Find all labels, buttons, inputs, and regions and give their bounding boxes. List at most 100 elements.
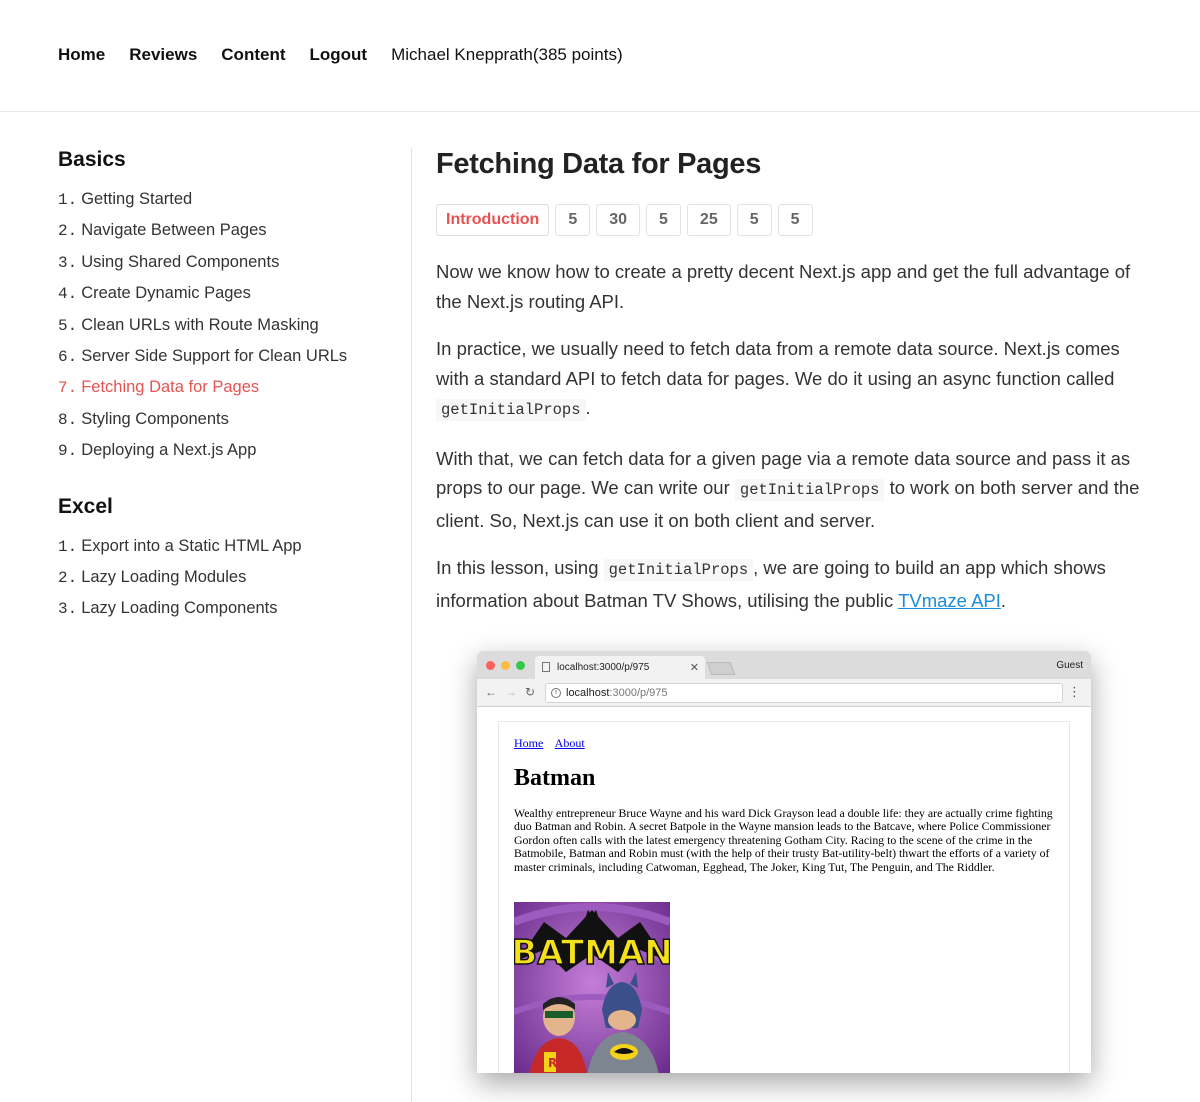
inline-code: getInitialProps [734,479,885,501]
paragraph-lesson: In this lesson, using getInitialProps, w… [436,553,1146,615]
show-home-link: Home [514,736,544,750]
lesson-number: 9. [58,442,78,461]
lesson-number: 3. [58,253,78,272]
lesson-label: Navigate Between Pages [81,221,267,240]
lesson-content: Fetching Data for Pages Introduction 5 3… [436,148,1146,615]
back-arrow-icon: ← [485,685,497,699]
url-host: localhost [566,687,610,699]
nav-content-link[interactable]: Content [221,45,285,65]
lesson-number: 2. [58,568,78,587]
paragraph-intro: Now we know how to create a pretty decen… [436,261,1131,312]
lesson-item[interactable]: 6. Server Side Support for Clean URLs [58,347,398,378]
show-page-nav: Home About [514,736,1054,751]
paragraph-text: . [1000,589,1007,611]
browser-toolbar: ← → ↻ i localhost:3000/p/975 ⋮ [477,679,1091,707]
paragraph-text: . [585,397,591,418]
nav-logout-link[interactable]: Logout [310,45,368,65]
robin-emblem: R [548,1056,557,1070]
user-points-label: Michael Knepprath(385 points) [391,45,623,64]
section-title-basics: Basics [58,148,126,171]
lesson-number: 5. [58,316,78,335]
lesson-number: 7. [58,379,78,398]
lesson-item[interactable]: 1. Export into a Static HTML App [58,537,398,568]
step-tab-introduction[interactable]: Introduction [436,204,550,236]
step-tab[interactable]: 5 [646,204,681,236]
close-window-dot [486,661,495,670]
step-tab[interactable]: 5 [736,204,772,236]
step-tab[interactable]: 30 [596,204,641,236]
url-path: :3000/p/975 [609,687,668,699]
lesson-label: Lazy Loading Components [81,599,278,618]
lesson-label: Clean URLs with Route Masking [81,315,319,334]
close-icon: ✕ [689,662,699,674]
new-tab-icon [706,662,736,675]
tvmaze-api-link[interactable]: TVmaze API [898,590,1001,611]
lesson-item[interactable]: 9. Deploying a Next.js App [58,441,398,472]
forward-arrow-icon: → [505,685,517,699]
poster-illustration: BATMAN R [514,902,670,1073]
lesson-label: Fetching Data for Pages [81,378,260,397]
nav-reviews-link[interactable]: Reviews [129,45,197,65]
step-tabs: Introduction 5 30 5 25 5 5 [436,204,1146,236]
step-tab[interactable]: 5 [555,204,591,236]
show-heading: Batman [514,765,596,791]
lesson-item[interactable]: 2. Navigate Between Pages [58,221,398,252]
lesson-number: 3. [58,600,78,619]
show-summary: Wealthy entrepreneur Bruce Wayne and his… [514,806,1053,874]
nav-home-link[interactable]: Home [58,45,105,65]
tab-title: localhost:3000/p/975 [557,662,650,673]
lesson-label: Create Dynamic Pages [81,284,251,303]
browser-viewport: Home About Batman Wealthy entrepreneur B… [477,707,1091,1073]
browser-tab-strip: localhost:3000/p/975 ✕ Guest [477,651,1091,679]
top-navigation: Home Reviews Content Logout Michael Knep… [0,0,1200,112]
show-page: Home About Batman Wealthy entrepreneur B… [498,721,1070,1073]
lesson-label: Lazy Loading Modules [81,567,247,586]
info-icon: i [551,688,561,698]
section-title-excel: Excel [58,494,113,518]
reload-icon: ↻ [525,685,536,699]
lesson-number: 8. [58,410,78,429]
paragraph-practice: In practice, we usually need to fetch da… [436,334,1146,426]
lesson-sidebar: Basics 1. Getting Started 2. Navigate Betw… [58,148,398,631]
lesson-label: Server Side Support for Clean URLs [81,346,348,365]
lesson-item[interactable]: 3. Using Shared Components [58,253,398,284]
inline-code: getInitialProps [436,399,586,421]
lesson-item[interactable]: 3. Lazy Loading Components [58,599,398,630]
paragraph-text: In this lesson, using [436,557,599,578]
poster-title: BATMAN [514,933,670,973]
batman-poster-image: BATMAN R [514,902,670,1073]
lesson-number: 1. [58,537,78,556]
basics-lesson-list: 1. Getting Started 2. Navigate Between Pag… [58,190,398,473]
top-nav-links: Home Reviews Content Logout Michael Knep… [58,45,623,65]
step-tab[interactable]: 25 [686,204,731,236]
lesson-item[interactable]: 1. Getting Started [58,190,398,221]
lesson-label: Getting Started [81,190,193,208]
paragraph-fetch: With that, we can fetch data for a given… [436,444,1146,536]
browser-tab: localhost:3000/p/975 ✕ [535,656,705,679]
inline-code: getInitialProps [603,559,754,581]
paragraph-text: In practice, we usually need to fetch da… [436,338,1120,389]
address-bar: i localhost:3000/p/975 [545,683,1063,703]
lesson-label: Export into a Static HTML App [81,536,302,555]
minimize-window-dot [501,661,510,670]
browser-screenshot: localhost:3000/p/975 ✕ Guest ← → ↻ i loc… [477,651,1091,1073]
lesson-number: 6. [58,347,78,366]
lesson-item[interactable]: 5. Clean URLs with Route Masking [58,316,398,347]
page-icon [542,662,550,672]
page-title: Fetching Data for Pages [436,148,762,180]
lesson-number: 4. [58,285,78,304]
excel-lesson-list: 1. Export into a Static HTML App 2. Lazy L… [58,537,398,631]
step-tab[interactable]: 5 [777,204,813,236]
lesson-number: 1. [58,191,78,209]
lesson-item[interactable]: 4. Create Dynamic Pages [58,284,398,315]
lesson-item-active[interactable]: 7. Fetching Data for Pages [58,378,398,409]
excel-section: Excel 1. Export into a Static HTML App 2.… [58,495,398,631]
profile-label: Guest [1056,660,1083,671]
lesson-item[interactable]: 2. Lazy Loading Modules [58,568,398,599]
lesson-label: Styling Components [81,409,229,428]
lesson-label: Using Shared Components [81,252,280,271]
lesson-number: 2. [58,222,78,241]
lesson-label: Deploying a Next.js App [81,441,257,460]
show-about-link: About [554,736,585,750]
lesson-item[interactable]: 8. Styling Components [58,410,398,441]
